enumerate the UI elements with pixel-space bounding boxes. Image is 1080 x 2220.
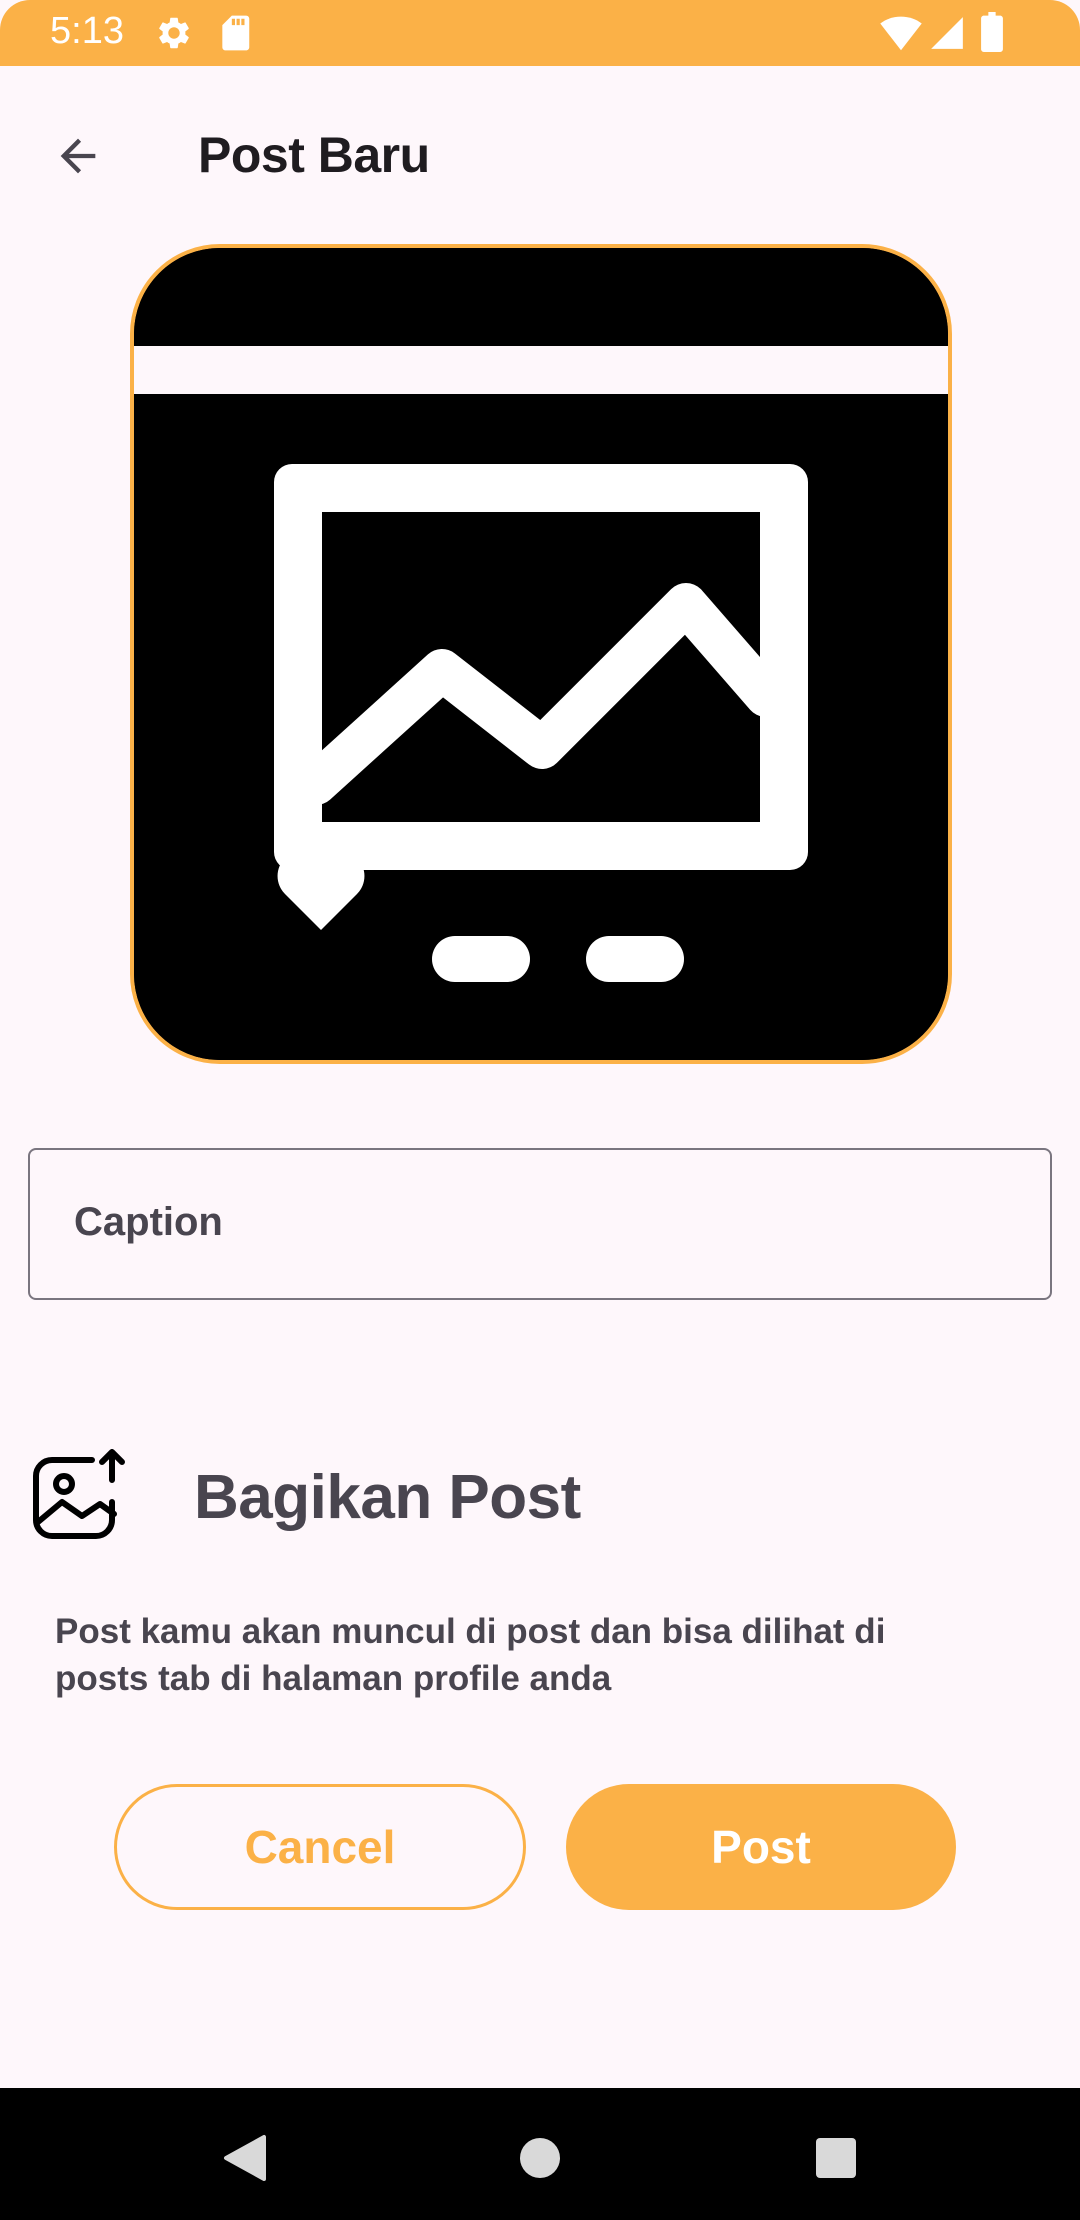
nav-home-button[interactable] [500, 2118, 580, 2198]
cancel-button[interactable]: Cancel [114, 1784, 526, 1910]
image-preview[interactable] [130, 244, 952, 1064]
page-title: Post Baru [198, 127, 430, 183]
back-triangle-icon [224, 2135, 266, 2181]
share-title: Bagikan Post [194, 1463, 581, 1532]
caption-input[interactable]: Caption [28, 1148, 1052, 1300]
arrow-left-icon [60, 138, 96, 174]
recents-square-icon [816, 2138, 856, 2178]
status-bar: 5:13 [0, 0, 1080, 66]
new-post-screen: 5:13 Post Baru Caption Bagikan Post Post… [0, 0, 1080, 2220]
image-post-placeholder-icon [134, 248, 948, 1060]
status-time: 5:13 [50, 10, 124, 52]
post-button[interactable]: Post [566, 1784, 956, 1910]
back-button[interactable] [40, 118, 116, 194]
gear-icon [155, 14, 193, 52]
nav-back-button[interactable] [204, 2118, 284, 2198]
signal-icon [928, 14, 966, 52]
wifi-icon [880, 14, 922, 52]
nav-recents-button[interactable] [796, 2118, 876, 2198]
system-navigation-bar [0, 2088, 1080, 2220]
image-upload-icon [30, 1440, 134, 1544]
home-circle-icon [520, 2138, 560, 2178]
share-description: Post kamu akan muncul di post dan bisa d… [55, 1612, 886, 1698]
sd-card-icon [218, 14, 252, 52]
battery-icon [980, 12, 1004, 52]
caption-label: Caption [74, 1200, 223, 1244]
